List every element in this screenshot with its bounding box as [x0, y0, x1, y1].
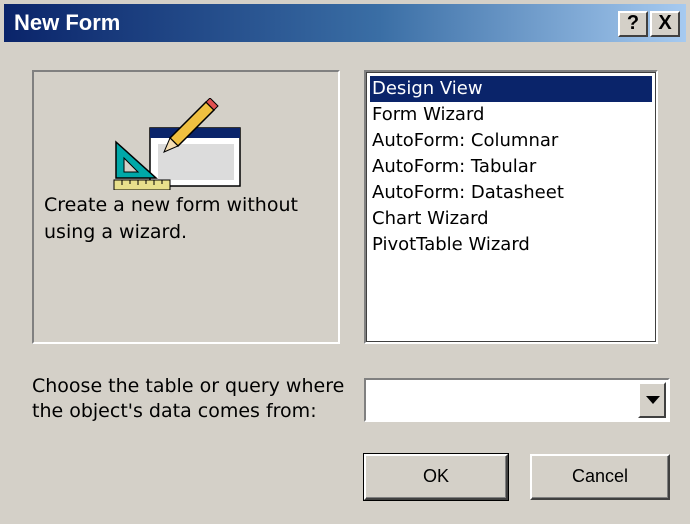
chevron-down-icon: [646, 396, 660, 404]
list-item-design-view[interactable]: Design View: [370, 76, 652, 102]
source-label: Choose the table or query where the obje…: [32, 375, 345, 422]
window-title: New Form: [14, 10, 121, 35]
list-item-autoform-tabular[interactable]: AutoForm: Tabular: [370, 154, 652, 180]
close-button[interactable]: X: [650, 11, 680, 37]
list-item-autoform-columnar[interactable]: AutoForm: Columnar: [370, 128, 652, 154]
list-item-form-wizard[interactable]: Form Wizard: [370, 102, 652, 128]
preview-description: Create a new form without using a wizard…: [44, 194, 298, 243]
list-item-autoform-datasheet[interactable]: AutoForm: Datasheet: [370, 180, 652, 206]
form-type-list[interactable]: Design View Form Wizard AutoForm: Column…: [364, 70, 658, 344]
new-form-dialog: New Form ? X Create a new form without u…: [0, 0, 690, 524]
help-button[interactable]: ?: [618, 11, 648, 37]
design-view-form-icon: [113, 98, 241, 190]
title-bar[interactable]: New Form ? X: [4, 4, 686, 42]
ok-button[interactable]: OK: [363, 453, 509, 501]
preview-panel: Create a new form without using a wizard…: [32, 70, 340, 344]
list-item-chart-wizard[interactable]: Chart Wizard: [370, 206, 652, 232]
list-item-pivottable-wizard[interactable]: PivotTable Wizard: [370, 232, 652, 258]
dropdown-button[interactable]: [638, 382, 666, 418]
cancel-button[interactable]: Cancel: [530, 454, 670, 500]
source-combobox[interactable]: [364, 378, 670, 422]
